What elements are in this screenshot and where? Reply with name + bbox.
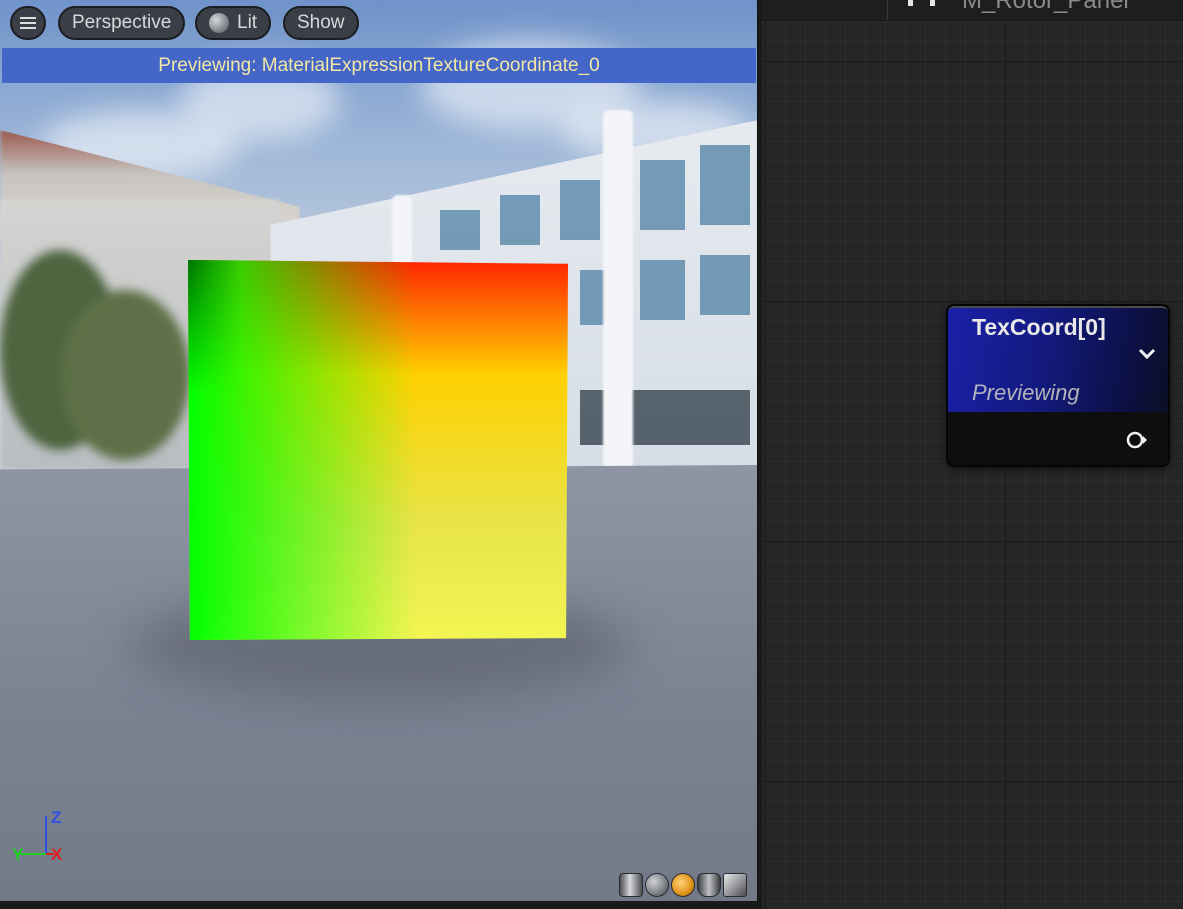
lit-sphere-icon: [209, 13, 229, 33]
axis-gizmo: Z Y X: [10, 808, 70, 868]
plane-icon[interactable]: [671, 873, 695, 897]
material-preview-viewport[interactable]: Perspective Lit Show Previewing: Materia…: [0, 0, 758, 901]
node-previewing-label: Previewing: [972, 380, 1080, 405]
texcoord-node[interactable]: TexCoord[0] Previewing: [946, 304, 1170, 467]
axis-y-label: Y: [12, 845, 24, 864]
output-pin-icon[interactable]: [1126, 431, 1148, 449]
nav-arrows-icon[interactable]: [782, 0, 892, 8]
graph-icon: [908, 0, 913, 6]
view-mode-button[interactable]: Lit: [195, 6, 272, 40]
material-preview-plane: [188, 260, 568, 640]
show-button[interactable]: Show: [283, 6, 359, 40]
hamburger-icon: [20, 14, 36, 32]
sphere-icon[interactable]: [645, 873, 669, 897]
background-tree: [60, 290, 190, 460]
graph-title: M_Rotor_Panel: [962, 0, 1129, 14]
custom-mesh-icon[interactable]: [723, 873, 747, 897]
axis-z-label: Z: [51, 808, 62, 827]
cylinder-icon[interactable]: [619, 873, 643, 897]
axis-x-label: X: [51, 845, 63, 864]
graph-icon: [930, 0, 935, 6]
show-label: Show: [297, 12, 345, 33]
viewport-menu-button[interactable]: [10, 6, 46, 40]
perspective-label: Perspective: [72, 12, 172, 33]
node-header: TexCoord[0] Previewing: [948, 306, 1168, 412]
graph-breadcrumb-bar: M_Rotor_Panel: [762, 0, 1183, 21]
chevron-down-icon[interactable]: [1138, 348, 1156, 360]
perspective-button[interactable]: Perspective: [58, 6, 186, 40]
node-title: TexCoord[0]: [972, 314, 1106, 340]
preview-shape-toolbar: [619, 873, 747, 898]
cube-icon[interactable]: [697, 873, 721, 897]
previewing-banner: Previewing: MaterialExpressionTextureCoo…: [2, 48, 756, 83]
lit-label: Lit: [237, 12, 258, 33]
